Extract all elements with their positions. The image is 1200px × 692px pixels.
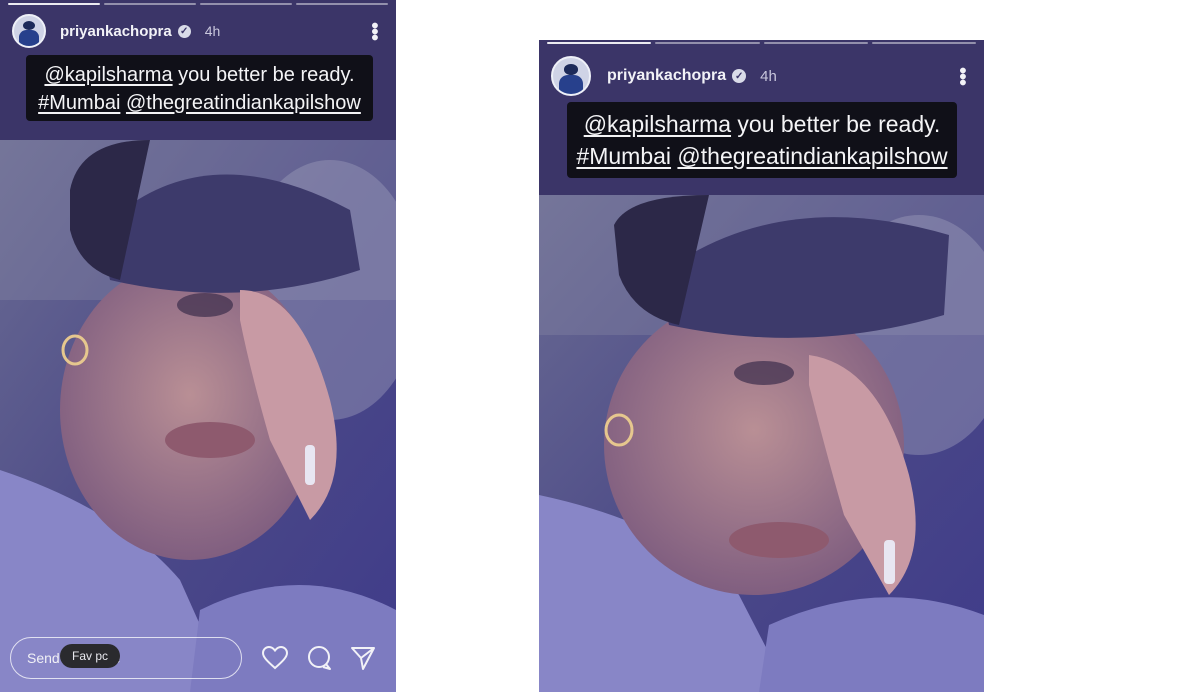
progress-segment	[547, 42, 652, 44]
progress-segment	[296, 3, 388, 5]
story-header: priyankachopra ✓ 4h •••	[551, 56, 973, 96]
comment-icon[interactable]	[304, 643, 334, 673]
progress-segment	[763, 42, 868, 44]
timestamp: 4h	[760, 67, 777, 85]
more-options-icon[interactable]: •••	[363, 22, 385, 40]
avatar[interactable]	[551, 56, 591, 96]
story-left[interactable]: priyankachopra ✓ 4h ••• @kapilsharma you…	[0, 0, 396, 692]
mention-link[interactable]: @thegreatindiankapilshow	[677, 143, 947, 169]
timestamp: 4h	[204, 23, 221, 39]
hashtag-link[interactable]: #Mumbai	[576, 143, 671, 169]
avatar-figure	[23, 21, 35, 31]
story-caption: @kapilsharma you better be ready. #Mumba…	[26, 55, 373, 121]
progress-segment	[655, 42, 760, 44]
verified-badge-icon: ✓	[177, 24, 191, 38]
hashtag-link[interactable]: #Mumbai	[38, 92, 120, 114]
progress-segment	[871, 42, 976, 44]
caption-text: you better be ready.	[172, 64, 355, 86]
progress-segment	[8, 3, 100, 5]
progress-segment	[200, 3, 292, 5]
send-icon[interactable]	[348, 643, 378, 673]
story-photo	[0, 140, 396, 692]
mention-link[interactable]: @kapilsharma	[584, 111, 731, 137]
username[interactable]: priyankachopra	[607, 67, 726, 85]
message-input[interactable]	[10, 637, 242, 679]
story-progress	[8, 3, 388, 5]
avatar-figure	[559, 75, 583, 94]
caption-text: you better be ready.	[731, 111, 941, 137]
avatar[interactable]	[12, 14, 46, 48]
progress-segment	[104, 3, 196, 5]
mention-link[interactable]: @thegreatindiankapilshow	[126, 92, 361, 114]
avatar-figure	[19, 30, 39, 46]
story-photo	[539, 195, 984, 692]
story-progress	[547, 42, 976, 44]
story-header: priyankachopra ✓ 4h •••	[12, 14, 385, 48]
verified-badge-icon: ✓	[732, 69, 747, 83]
mention-link[interactable]: @kapilsharma	[44, 64, 172, 86]
story-sticker[interactable]: Fav pc	[60, 644, 121, 668]
avatar-figure	[563, 64, 579, 76]
story-right[interactable]: priyankachopra ✓ 4h ••• @kapilsharma you…	[539, 40, 984, 692]
story-caption: @kapilsharma you better be ready. #Mumba…	[567, 102, 957, 178]
more-options-icon[interactable]: •••	[951, 67, 973, 85]
heart-icon[interactable]	[260, 643, 290, 673]
username[interactable]: priyankachopra	[60, 23, 172, 40]
